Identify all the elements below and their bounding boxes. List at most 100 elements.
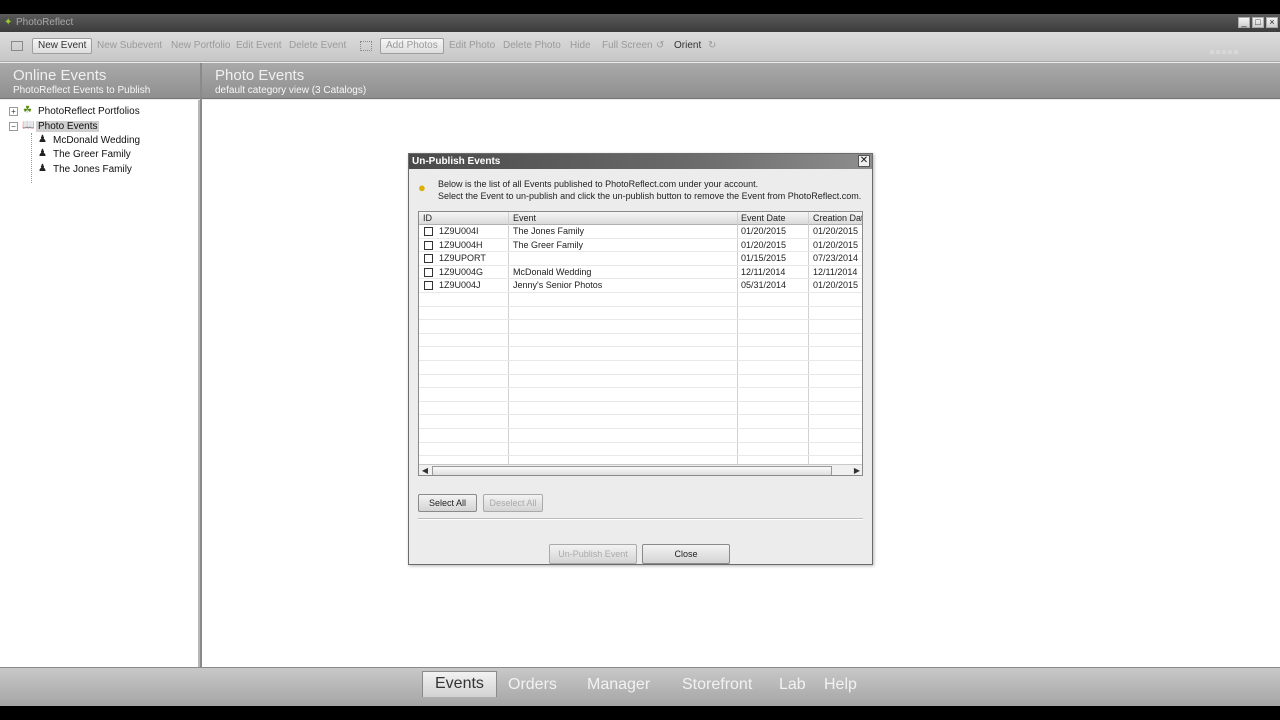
main-panel-subtitle: default category view (3 Catalogs) [215,85,367,96]
book-icon[interactable] [11,41,23,51]
add-photos-button[interactable]: Add Photos [380,38,444,54]
info-text-line2: Select the Event to un-publish and click… [438,191,862,201]
scroll-left-icon[interactable]: ◀ [419,465,431,475]
table-row[interactable]: 1Z9U004J Jenny's Senior Photos 05/31/2014 0… [419,279,862,293]
cell-id: 1Z9UPORT [439,253,486,264]
empty-row [419,402,862,416]
close-button[interactable]: Close [642,544,730,564]
row-checkbox[interactable] [424,254,433,264]
empty-row [419,375,862,389]
zoom-dots-icon[interactable] [1210,45,1240,54]
cell-event: McDonald Wedding [513,266,592,277]
tree-line [31,133,32,183]
delete-photo-button[interactable]: Delete Photo [503,40,561,54]
left-panel-subtitle: PhotoReflect Events to Publish [13,85,151,96]
empty-row [419,429,862,443]
rotate-left-icon[interactable]: ↺ [656,40,664,54]
cell-event: The Greer Family [513,239,584,250]
events-grid: ID Event Event Date Creation Date 1Z9U00… [418,211,863,476]
cell-creation-date: 01/20/2015 [813,239,859,250]
table-row[interactable]: 1Z9U004G McDonald Wedding 12/11/2014 12/11/… [419,266,862,280]
scrollbar-thumb[interactable] [432,466,832,475]
hide-button[interactable]: Hide [570,40,591,54]
left-panel-title: Online Events [13,67,107,84]
edit-photo-button[interactable]: Edit Photo [449,40,495,54]
column-header-event-date[interactable]: Event Date [741,213,786,223]
cell-event-date: 01/20/2015 [741,239,787,250]
rotate-right-icon[interactable]: ↻ [708,40,716,54]
cell-creation-date: 12/11/2014 [813,266,858,277]
empty-row [419,388,862,402]
wedding-couple-icon: ♟ [38,134,47,145]
close-window-button[interactable]: × [1266,17,1278,28]
info-text-line1: Below is the list of all Events publishe… [438,179,759,189]
delete-event-button[interactable]: Delete Event [289,40,346,54]
main-panel-header: Photo Events default category view (3 Ca… [202,63,1280,99]
horizontal-scrollbar[interactable]: ◀ ▶ [419,464,862,475]
toolbar: New Event New Subevent New Portfolio Edi… [0,32,1280,62]
table-row[interactable]: 1Z9U004H The Greer Family 01/20/2015 01/20/… [419,239,862,253]
dialog-title-bar[interactable]: Un-Publish Events ✕ [409,154,872,169]
cell-creation-date: 01/20/2015 [813,226,859,236]
left-panel-header: Online Events PhotoReflect Events to Pub… [0,63,200,99]
nav-tab-lab[interactable]: Lab [779,676,806,694]
row-checkbox[interactable] [424,227,433,236]
maximize-button[interactable]: □ [1252,17,1264,28]
dialog-divider [418,518,863,520]
new-event-button[interactable]: New Event [32,38,93,54]
cell-id: 1Z9U004G [439,266,484,277]
deselect-all-button[interactable]: Deselect All [483,494,543,512]
cell-event: Jenny's Senior Photos [513,280,603,291]
table-row[interactable]: 1Z9U004I The Jones Family 01/20/2015 01/20/… [419,225,862,239]
title-bar: ✦ PhotoReflect _ □ × [0,14,1280,32]
grid-view-icon[interactable] [360,41,372,51]
portfolio-icon: ☘ [23,105,32,116]
empty-row [419,320,862,334]
cell-event: The Jones Family [513,226,585,236]
dialog-close-icon[interactable]: ✕ [858,155,870,167]
new-subevent-button[interactable]: New Subevent [97,40,162,54]
person-icon: ♟ [38,148,47,159]
empty-row [419,347,862,361]
row-checkbox[interactable] [424,281,433,291]
unpublish-event-button[interactable]: Un-Publish Event [549,544,637,564]
row-checkbox[interactable] [424,267,433,277]
nav-tab-help[interactable]: Help [824,676,857,694]
grid-header: ID Event Event Date Creation Date [419,212,862,225]
scroll-right-icon[interactable]: ▶ [851,465,862,475]
nav-tab-events[interactable]: Events [422,671,497,697]
column-header-event[interactable]: Event [513,213,536,223]
unpublish-dialog: Un-Publish Events ✕ ● Below is the list … [408,153,873,565]
column-header-creation-date[interactable]: Creation Date [813,213,862,223]
new-portfolio-button[interactable]: New Portfolio [171,40,230,54]
collapse-icon[interactable]: − [9,122,18,131]
cell-creation-date: 01/20/2015 [813,280,859,291]
empty-row [419,307,862,321]
screen: ✦ PhotoReflect _ □ × New Event New Subev… [0,0,1280,720]
bottom-nav: Events Orders Manager Storefront Lab Hel… [0,667,1280,706]
orient-button[interactable]: Orient [674,40,701,54]
edit-event-button[interactable]: Edit Event [236,40,282,54]
select-all-button[interactable]: Select All [418,494,477,512]
expand-icon[interactable]: + [9,107,18,116]
nav-tab-storefront[interactable]: Storefront [682,676,752,694]
person-icon: ♟ [38,163,47,174]
table-row[interactable]: 1Z9UPORT 01/15/2015 07/23/2014 [419,252,862,266]
empty-row [419,415,862,429]
empty-row [419,361,862,375]
minimize-button[interactable]: _ [1238,17,1250,28]
cell-creation-date: 07/23/2014 [813,253,859,264]
app-icon: ✦ [4,17,13,28]
open-book-icon: 📖 [22,120,35,131]
full-screen-button[interactable]: Full Screen [602,40,653,54]
column-header-id[interactable]: ID [423,213,432,223]
empty-row [419,293,862,307]
cell-event-date: 01/20/2015 [741,226,787,236]
nav-tab-orders[interactable]: Orders [508,676,557,694]
events-tree: + ☘ PhotoReflect Portfolios − 📖 Photo Ev… [0,100,200,667]
cell-id: 1Z9U004H [439,239,483,250]
empty-row [419,443,862,457]
nav-tab-manager[interactable]: Manager [587,676,650,694]
cell-id: 1Z9U004I [439,226,479,236]
row-checkbox[interactable] [424,240,433,250]
